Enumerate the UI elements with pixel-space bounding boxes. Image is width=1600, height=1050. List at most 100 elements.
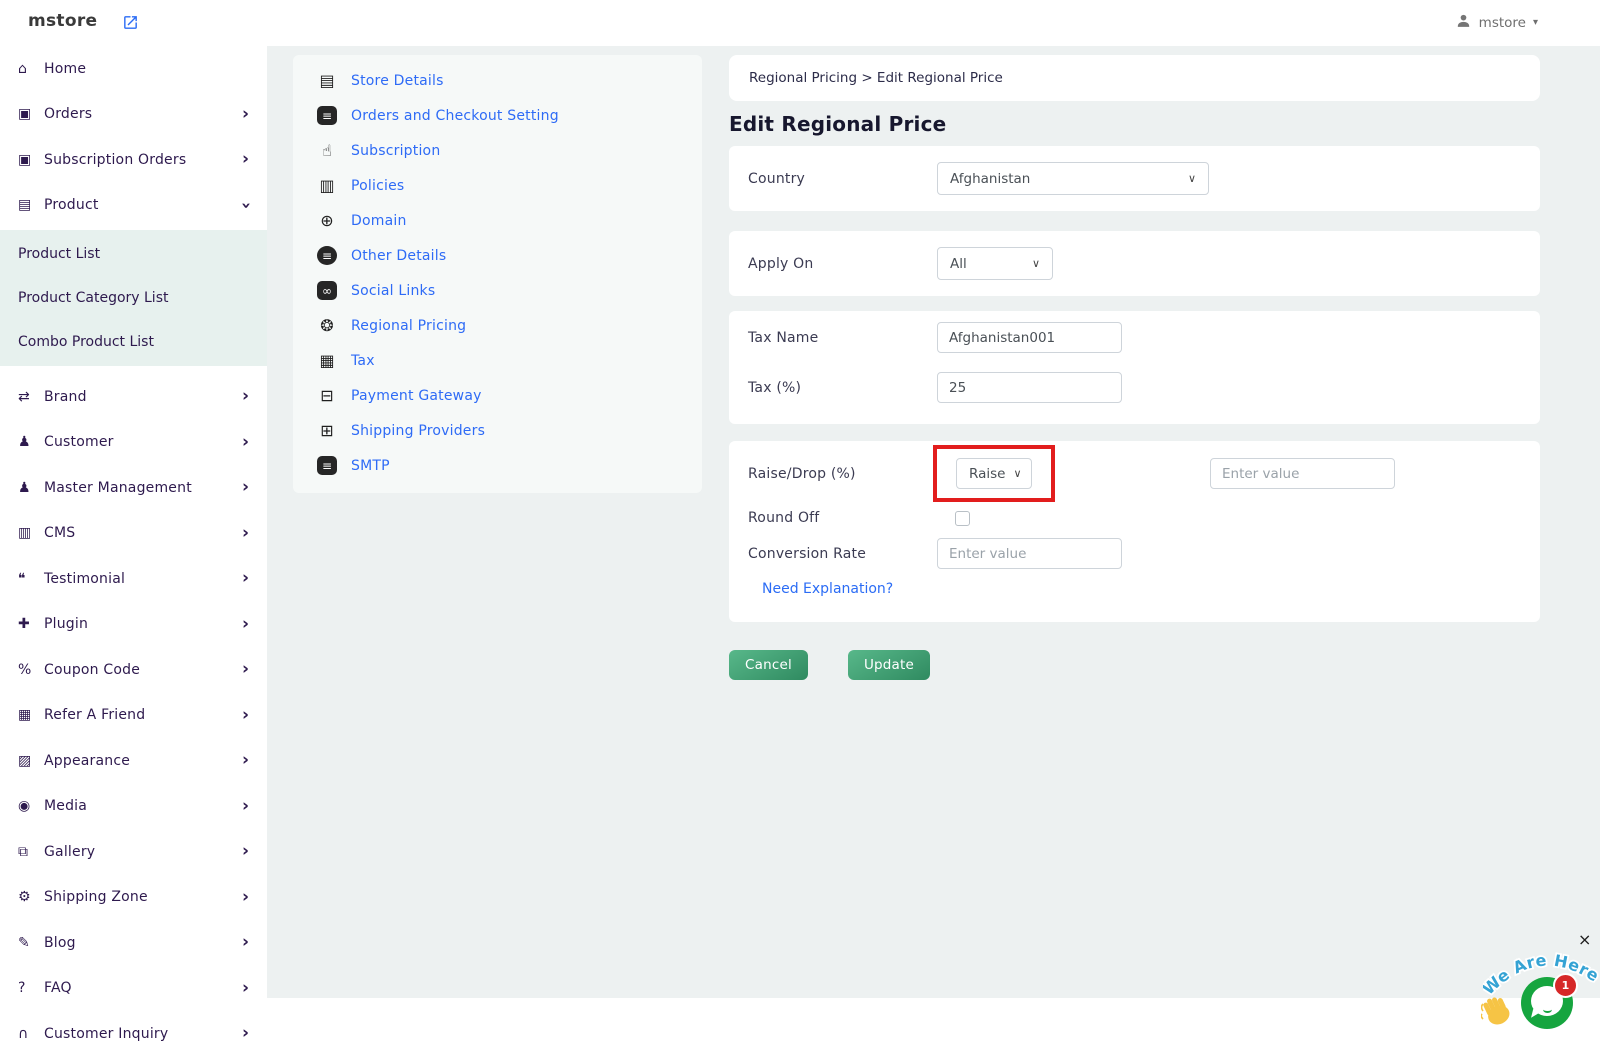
settings-item-policies[interactable]: ▥Policies — [293, 168, 702, 203]
apply-on-label: Apply On — [748, 256, 937, 272]
payment-gateway-icon: ⊟ — [317, 386, 337, 406]
sidebar-item-gallery[interactable]: ⧉Gallery› — [0, 829, 267, 875]
settings-item-orders-and-checkout-setting[interactable]: ≡Orders and Checkout Setting — [293, 98, 702, 133]
sidebar-item-combo-product-list[interactable]: Combo Product List — [0, 320, 267, 364]
settings-item-tax[interactable]: ▦Tax — [293, 343, 702, 378]
sidebar-item-plugin[interactable]: ✚Plugin› — [0, 602, 267, 648]
chevron-right-icon: › — [242, 434, 249, 451]
content-area: ▤Store Details≡Orders and Checkout Setti… — [267, 46, 1600, 998]
settings-item-label: Regional Pricing — [351, 318, 466, 334]
orders-and-checkout-setting-icon: ≡ — [317, 106, 337, 125]
settings-item-shipping-providers[interactable]: ⊞ Shipping Providers — [293, 413, 702, 448]
settings-item-label: Domain — [351, 213, 407, 229]
sidebar-item-label: Coupon Code — [44, 662, 242, 678]
chat-close-icon[interactable]: × — [1578, 930, 1591, 949]
round-off-label: Round Off — [748, 510, 955, 526]
smtp-icon: ≡ — [317, 456, 337, 475]
need-explanation-link[interactable]: Need Explanation? — [762, 581, 893, 597]
faq-icon: ? — [18, 980, 44, 996]
sidebar-item-appearance[interactable]: ▨Appearance› — [0, 738, 267, 784]
settings-item-label: Other Details — [351, 248, 446, 264]
user-menu[interactable]: mstore ▾ — [1455, 12, 1538, 33]
sidebar-item-cms[interactable]: ▥CMS› — [0, 511, 267, 557]
sidebar-item-subscription-orders[interactable]: ▣Subscription Orders› — [0, 137, 267, 183]
caret-down-icon: ▾ — [1533, 17, 1538, 28]
sidebar-item-faq[interactable]: ?FAQ› — [0, 966, 267, 1012]
settings-item-domain[interactable]: ⊕ Domain — [293, 203, 702, 238]
sidebar-item-label: FAQ — [44, 980, 242, 996]
sidebar-item-master-management[interactable]: ♟Master Management› — [0, 465, 267, 511]
appearance-icon: ▨ — [18, 753, 44, 769]
settings-item-label: Tax — [351, 353, 375, 369]
policies-icon: ▥ — [317, 176, 337, 196]
sidebar-item-shipping-zone[interactable]: ⚙Shipping Zone› — [0, 875, 267, 921]
raise-drop-highlight-box: Raise ∨ — [933, 445, 1055, 502]
apply-on-select[interactable]: All ∨ — [937, 247, 1053, 280]
raise-drop-select[interactable]: Raise ∨ — [956, 458, 1032, 489]
breadcrumb[interactable]: Regional Pricing > Edit Regional Price — [729, 55, 1540, 101]
sidebar-item-home[interactable]: ⌂Home — [0, 46, 267, 92]
shipping-providers-icon: ⊞ — [317, 421, 337, 441]
chevron-down-icon: ∨ — [1188, 172, 1196, 185]
sidebar: ⌂Home▣Orders›▣Subscription Orders›▤Produ… — [0, 46, 267, 1050]
settings-item-social-links[interactable]: ∞Social Links — [293, 273, 702, 308]
sidebar-item-coupon-code[interactable]: %Coupon Code› — [0, 647, 267, 693]
raise-drop-value-input[interactable] — [1210, 458, 1395, 489]
chevron-down-icon: › — [237, 202, 254, 209]
chevron-right-icon: › — [242, 151, 249, 168]
chevron-right-icon: › — [242, 388, 249, 405]
sidebar-item-media[interactable]: ◉Media› — [0, 784, 267, 830]
refer-a-friend-icon: ▦ — [18, 707, 44, 723]
country-select[interactable]: Afghanistan ∨ — [937, 162, 1209, 195]
other-details-icon: ≡ — [317, 246, 337, 265]
gallery-icon: ⧉ — [18, 844, 44, 860]
social-links-icon: ∞ — [317, 281, 337, 300]
sidebar-item-refer-a-friend[interactable]: ▦Refer A Friend› — [0, 693, 267, 739]
settings-item-label: Shipping Providers — [351, 423, 485, 439]
chevron-right-icon: › — [242, 843, 249, 860]
settings-item-other-details[interactable]: ≡ Other Details — [293, 238, 702, 273]
store-logo: mstore — [28, 11, 97, 31]
sidebar-item-brand[interactable]: ⇄Brand› — [0, 374, 267, 420]
settings-item-subscription[interactable]: ☝Subscription — [293, 133, 702, 168]
sidebar-item-label: Brand — [44, 389, 242, 405]
sidebar-item-label: Refer A Friend — [44, 707, 242, 723]
chat-unread-badge: 1 — [1553, 973, 1578, 998]
shipping-zone-icon: ⚙ — [18, 889, 44, 905]
cancel-button[interactable]: Cancel — [729, 650, 808, 680]
tax-name-input[interactable] — [937, 322, 1122, 353]
conversion-rate-input[interactable] — [937, 538, 1122, 569]
sidebar-item-label: Testimonial — [44, 571, 242, 587]
sidebar-item-customer[interactable]: ♟Customer› — [0, 420, 267, 466]
settings-item-store-details[interactable]: ▤Store Details — [293, 63, 702, 98]
tax-name-label: Tax Name — [748, 330, 937, 346]
sidebar-item-product-list[interactable]: Product List — [0, 232, 267, 276]
media-icon: ◉ — [18, 798, 44, 814]
external-link-icon[interactable] — [122, 14, 139, 31]
sidebar-item-blog[interactable]: ✎Blog› — [0, 920, 267, 966]
sidebar-item-customer-inquiry[interactable]: ∩Customer Inquiry› — [0, 1011, 267, 1050]
sidebar-item-label: Subscription Orders — [44, 152, 242, 168]
settings-item-payment-gateway[interactable]: ⊟Payment Gateway — [293, 378, 702, 413]
orders-icon: ▣ — [18, 106, 44, 122]
sidebar-item-product[interactable]: ▤Product› — [0, 183, 267, 229]
sidebar-item-label: Shipping Zone — [44, 889, 242, 905]
sidebar-item-testimonial[interactable]: ❝Testimonial› — [0, 556, 267, 602]
sidebar-item-orders[interactable]: ▣Orders› — [0, 92, 267, 138]
raise-drop-select-value: Raise — [969, 466, 1005, 482]
country-select-value: Afghanistan — [950, 171, 1030, 187]
settings-item-regional-pricing[interactable]: ❂Regional Pricing — [293, 308, 702, 343]
settings-item-smtp[interactable]: ≡ SMTP — [293, 448, 702, 483]
product-icon: ▤ — [18, 197, 44, 213]
update-button[interactable]: Update — [848, 650, 930, 680]
domain-icon: ⊕ — [317, 211, 337, 231]
cms-icon: ▥ — [18, 525, 44, 541]
chevron-right-icon: › — [242, 707, 249, 724]
chevron-right-icon: › — [242, 798, 249, 815]
round-off-checkbox[interactable] — [955, 511, 970, 526]
sidebar-item-product-category-list[interactable]: Product Category List — [0, 276, 267, 320]
tax-pct-input[interactable] — [937, 372, 1122, 403]
settings-item-label: SMTP — [351, 458, 390, 474]
raise-drop-row: Raise/Drop (%) Raise ∨ — [748, 445, 1521, 502]
form-actions: Cancel Update — [729, 650, 1540, 680]
